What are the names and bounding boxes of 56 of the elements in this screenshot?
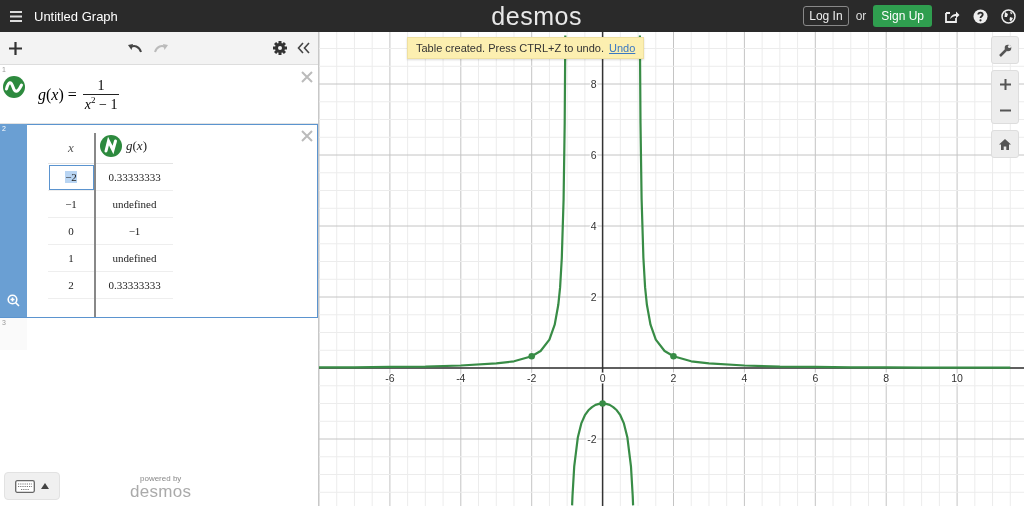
axis-tick-label: -6	[385, 372, 395, 384]
axis-tick-label: -2	[527, 372, 537, 384]
axis-tick-label: -2	[587, 433, 597, 445]
login-button[interactable]: Log In	[803, 6, 849, 26]
zoom-fit-icon[interactable]	[7, 294, 20, 307]
table-cell: 0.33333333	[95, 163, 173, 191]
graph-title[interactable]: Untitled Graph	[34, 8, 118, 24]
or-text: or	[855, 9, 867, 23]
table-cell: 0.33333333	[95, 271, 173, 299]
graph-style-icon[interactable]	[3, 76, 25, 98]
axis-tick-label: 0	[599, 372, 606, 384]
logo-text: desmos	[491, 3, 582, 29]
table-cell: −1	[95, 217, 173, 245]
axis-tick-label: 4	[741, 372, 748, 384]
keyboard-icon	[15, 479, 35, 493]
settings-icon[interactable]	[273, 41, 287, 55]
axis-tick-label: 2	[590, 291, 597, 303]
column-style-icon[interactable]	[100, 135, 122, 157]
table-cell[interactable]: −1	[48, 190, 95, 218]
undo-link[interactable]: Undo	[609, 42, 636, 54]
table-cell: undefined	[95, 244, 173, 272]
wrench-icon	[998, 43, 1012, 57]
share-icon[interactable]	[945, 9, 960, 23]
axis-tick-label: 10	[951, 372, 963, 384]
axis-tick-label: 8	[590, 78, 597, 90]
table-cell[interactable]: 0	[48, 217, 95, 245]
powered-by-text: powered by	[140, 475, 182, 483]
data-point[interactable]	[528, 353, 535, 360]
toast-message: Table created. Press CTRL+Z to undo.	[416, 42, 604, 54]
table-cell[interactable]: −2	[48, 163, 95, 191]
collapse-icon[interactable]	[297, 42, 310, 54]
column-header: g(x)	[126, 138, 147, 154]
plus-icon	[999, 78, 1011, 90]
column-header: x	[68, 140, 74, 155]
home-icon	[999, 138, 1011, 150]
axis-tick-label: 6	[812, 372, 819, 384]
table-cell: undefined	[95, 190, 173, 218]
keyboard-button[interactable]	[4, 472, 60, 500]
data-point[interactable]	[670, 353, 677, 360]
globe-icon[interactable]	[1001, 8, 1016, 24]
axis-tick-label: 8	[883, 372, 890, 384]
axis-tick-label: 6	[590, 149, 597, 161]
table-cell[interactable]: 1	[48, 244, 95, 272]
math-expression[interactable]: g(x) = 1 x$^{2}$ − 1	[38, 77, 120, 113]
help-icon[interactable]	[973, 8, 988, 24]
add-icon[interactable]	[9, 41, 22, 55]
minus-icon	[999, 108, 1011, 112]
axis-tick-label: -4	[456, 372, 466, 384]
axis-tick-label: 4	[590, 220, 597, 232]
caret-icon	[41, 483, 49, 489]
undo-icon[interactable]	[127, 43, 142, 53]
brand-text: desmos	[130, 483, 192, 500]
menu-icon[interactable]	[10, 10, 22, 22]
data-point[interactable]	[599, 400, 606, 407]
table-cell[interactable]: 2	[48, 271, 95, 299]
axis-tick-label: 2	[670, 372, 677, 384]
